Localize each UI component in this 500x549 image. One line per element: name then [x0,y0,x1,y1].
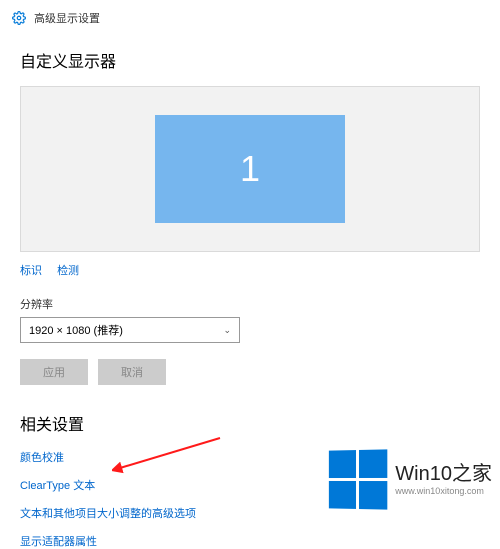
resolution-select[interactable]: 1920 × 1080 (推荐) ⌄ [20,317,240,343]
button-row: 应用 取消 [20,359,480,385]
monitor-action-row: 标识 检测 [20,262,480,278]
chevron-down-icon: ⌄ [223,325,231,336]
watermark-url: www.win10xitong.com [395,487,492,496]
detect-link[interactable]: 检测 [57,262,79,278]
resolution-value: 1920 × 1080 (推荐) [29,322,123,338]
window-title: 高级显示设置 [34,10,100,26]
watermark-brand: Win10 [395,463,452,485]
monitor-number: 1 [240,148,260,190]
custom-display-heading: 自定义显示器 [20,48,480,72]
adapter-properties-link[interactable]: 显示适配器属性 [20,533,480,549]
watermark-text: Win10之家 www.win10xitong.com [395,464,492,496]
gear-icon [12,11,26,25]
window-header: 高级显示设置 [0,0,500,36]
monitor-arrangement[interactable]: 1 [20,86,480,252]
apply-button[interactable]: 应用 [20,359,88,385]
cancel-button[interactable]: 取消 [98,359,166,385]
monitor-1[interactable]: 1 [155,115,345,223]
identify-link[interactable]: 标识 [20,262,42,278]
windows-logo-icon [329,449,387,509]
resolution-label: 分辨率 [20,296,480,312]
watermark: Win10之家 www.win10xitong.com [328,450,492,509]
related-settings-heading: 相关设置 [20,411,480,435]
watermark-sublabel: 之家 [452,463,492,485]
